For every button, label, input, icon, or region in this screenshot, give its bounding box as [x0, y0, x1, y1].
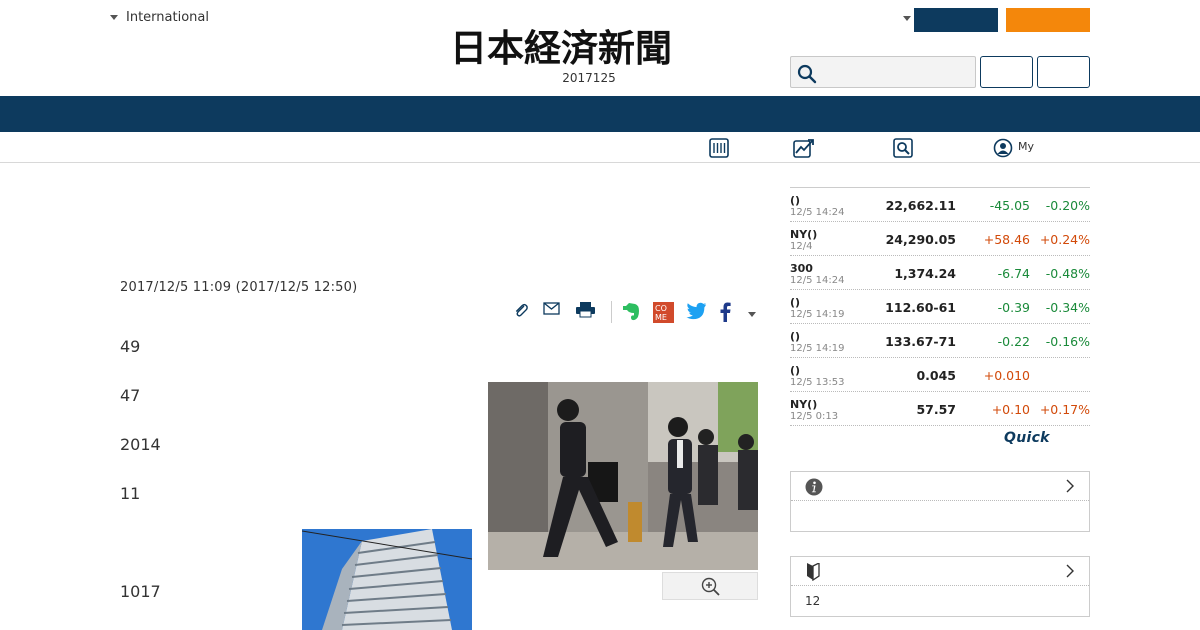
- market-time: 12/5 14:19: [790, 309, 845, 320]
- market-name: (): [790, 330, 801, 343]
- market-change: -6.74: [997, 266, 1030, 281]
- market-time: 12/5 14:19: [790, 343, 845, 354]
- market-name: (): [790, 296, 801, 309]
- region-selector-label: International: [126, 10, 209, 25]
- market-row[interactable]: () 12/5 13:53 0.045 +0.010: [790, 358, 1090, 392]
- market-value: 57.57: [916, 402, 956, 417]
- search-input[interactable]: [790, 56, 976, 88]
- region-selector[interactable]: International: [110, 10, 209, 25]
- svg-text:日本経済新聞: 日本経済新聞: [450, 28, 672, 68]
- chevron-down-icon[interactable]: [748, 312, 756, 317]
- chevron-right-icon: [1066, 479, 1074, 493]
- search-icon: [797, 64, 817, 84]
- svg-text:CO: CO: [655, 304, 667, 313]
- print-icon[interactable]: [576, 302, 595, 318]
- market-change: +0.010: [983, 368, 1030, 383]
- info-panel-header[interactable]: [791, 472, 1089, 501]
- my-nikkei-label[interactable]: My: [1018, 140, 1034, 153]
- chevron-down-icon[interactable]: [903, 16, 911, 21]
- chevron-down-icon: [110, 15, 118, 20]
- article-paragraph: 11: [120, 484, 141, 503]
- market-name: (): [790, 194, 801, 207]
- market-row[interactable]: NY() 12/4 24,290.05 +58.46 +0.24%: [790, 222, 1090, 256]
- market-change: +0.10: [991, 402, 1030, 417]
- mail-icon[interactable]: [543, 302, 560, 316]
- market-time: 12/5 14:24: [790, 207, 845, 218]
- market-value: 112.60-61: [885, 300, 956, 315]
- market-time: 12/5 14:24: [790, 275, 845, 286]
- market-table: () 12/5 14:24 22,662.11 -45.05 -0.20% NY() 12/…: [790, 187, 1090, 426]
- market-value: 24,290.05: [885, 232, 956, 247]
- market-change: -45.05: [989, 198, 1030, 213]
- zoom-photo-button[interactable]: [662, 572, 758, 600]
- svg-text:ME: ME: [655, 313, 667, 322]
- article-paragraph: 49: [120, 337, 141, 356]
- info-icon: [805, 478, 823, 496]
- market-change-pct: +0.24%: [1039, 232, 1090, 247]
- newspaper-icon[interactable]: [709, 138, 729, 158]
- clip-icon[interactable]: [513, 302, 529, 318]
- twitter-icon[interactable]: [686, 302, 707, 320]
- market-change-pct: -0.48%: [1045, 266, 1090, 281]
- quick-logo[interactable]: Quick: [1004, 430, 1050, 446]
- market-time: 12/5 0:13: [790, 411, 839, 422]
- market-name: NY(): [790, 228, 818, 241]
- market-change-pct: -0.34%: [1045, 300, 1090, 315]
- come-icon[interactable]: CO ME: [653, 302, 674, 323]
- market-value: 0.045: [916, 368, 956, 383]
- article-paragraph: 1017: [120, 582, 161, 601]
- market-change-pct: -0.20%: [1045, 198, 1090, 213]
- article-photo-raid[interactable]: [488, 382, 758, 570]
- market-row[interactable]: NY() 12/5 0:13 57.57 +0.10 +0.17%: [790, 392, 1090, 426]
- market-name: 300: [790, 262, 813, 275]
- chart-icon[interactable]: [793, 138, 815, 158]
- edition-date: 2017125: [562, 71, 616, 85]
- market-row[interactable]: 300 12/5 14:24 1,374.24 -6.74 -0.48%: [790, 256, 1090, 290]
- evernote-icon[interactable]: [623, 302, 640, 322]
- article-timestamp: 2017/12/5 11:09 (2017/12/5 12:50): [120, 280, 358, 295]
- beginner-panel[interactable]: 12: [790, 556, 1090, 617]
- login-button[interactable]: [914, 8, 998, 32]
- market-change: -0.22: [997, 334, 1030, 349]
- header-button-a[interactable]: [980, 56, 1033, 88]
- article-paragraph: 2014: [120, 435, 161, 454]
- signup-button[interactable]: [1006, 8, 1090, 32]
- facebook-icon[interactable]: [720, 302, 731, 322]
- nikkei-logo[interactable]: 日本経済新聞: [450, 26, 750, 70]
- search-icon[interactable]: [893, 138, 913, 158]
- main-navbar: [0, 96, 1200, 132]
- market-row[interactable]: () 12/5 14:19 112.60-61 -0.39 -0.34%: [790, 290, 1090, 324]
- market-value: 22,662.11: [885, 198, 956, 213]
- market-value: 133.67-71: [885, 334, 956, 349]
- market-time: 12/4: [790, 241, 813, 252]
- chevron-right-icon: [1066, 564, 1074, 578]
- article-paragraph: 47: [120, 386, 141, 405]
- market-row[interactable]: () 12/5 14:24 22,662.11 -45.05 -0.20%: [790, 188, 1090, 222]
- share-divider: [611, 301, 612, 323]
- market-change: +58.46: [983, 232, 1030, 247]
- user-icon[interactable]: [993, 138, 1013, 158]
- beginner-mark-icon: [807, 563, 820, 581]
- market-name: (): [790, 364, 801, 377]
- beginner-panel-header[interactable]: [791, 557, 1089, 586]
- market-time: 12/5 13:53: [790, 377, 845, 388]
- market-change-pct: +0.17%: [1039, 402, 1090, 417]
- info-panel[interactable]: [790, 471, 1090, 532]
- market-name: NY(): [790, 398, 818, 411]
- beginner-panel-body: 12: [791, 586, 1089, 616]
- market-change: -0.39: [997, 300, 1030, 315]
- market-change-pct: -0.16%: [1045, 334, 1090, 349]
- beginner-panel-text: 12: [805, 594, 821, 608]
- header-button-b[interactable]: [1037, 56, 1090, 88]
- info-panel-body: [791, 501, 1089, 531]
- zoom-in-icon: [701, 577, 720, 596]
- market-row[interactable]: () 12/5 14:19 133.67-71 -0.22 -0.16%: [790, 324, 1090, 358]
- article-photo-building[interactable]: [302, 529, 472, 630]
- market-value: 1,374.24: [894, 266, 956, 281]
